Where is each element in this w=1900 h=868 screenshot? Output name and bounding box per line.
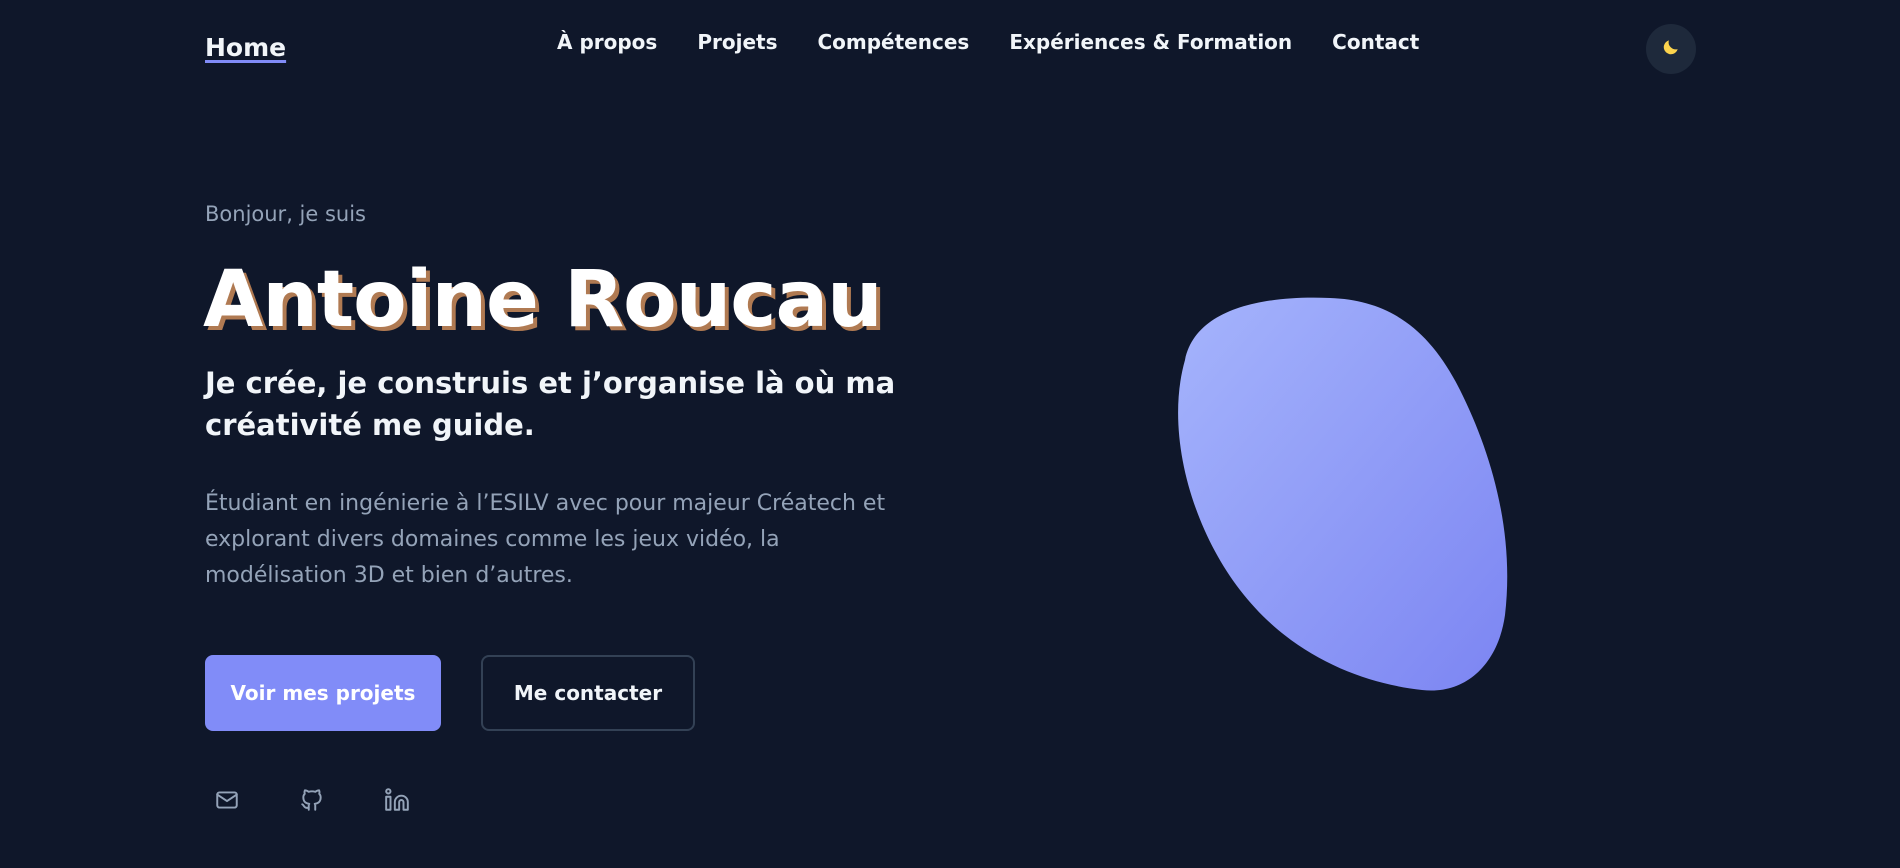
greeting-text: Bonjour, je suis <box>205 202 366 226</box>
nav-link-projets[interactable]: Projets <box>697 30 777 54</box>
nav-link-experiences-formation[interactable]: Expériences & Formation <box>1009 30 1292 54</box>
nav-link-a-propos[interactable]: À propos <box>557 30 657 54</box>
github-icon <box>299 787 325 817</box>
hero-description: Étudiant en ingénierie à l’ESILV avec po… <box>205 491 886 588</box>
hero-tagline: Je crée, je construis et j’organise là o… <box>205 366 896 442</box>
moon-icon <box>1661 37 1681 61</box>
github-link[interactable] <box>298 788 326 816</box>
social-links <box>213 788 411 816</box>
contact-me-button[interactable]: Me contacter <box>481 655 695 731</box>
linkedin-icon <box>384 787 410 817</box>
home-link[interactable]: Home <box>205 33 286 62</box>
nav-links: À propos Projets Compétences Expériences… <box>557 30 1419 54</box>
hero-blob-shape <box>1170 290 1530 700</box>
theme-toggle-button[interactable] <box>1646 24 1696 74</box>
view-projects-button[interactable]: Voir mes projets <box>205 655 441 731</box>
mail-icon <box>214 787 240 817</box>
linkedin-link[interactable] <box>383 788 411 816</box>
mail-link[interactable] <box>213 788 241 816</box>
nav-link-contact[interactable]: Contact <box>1332 30 1419 54</box>
nav-link-competences[interactable]: Compétences <box>817 30 969 54</box>
top-navigation: Home À propos Projets Compétences Expéri… <box>0 0 1900 100</box>
hero-name: Antoine Roucau <box>203 255 883 345</box>
